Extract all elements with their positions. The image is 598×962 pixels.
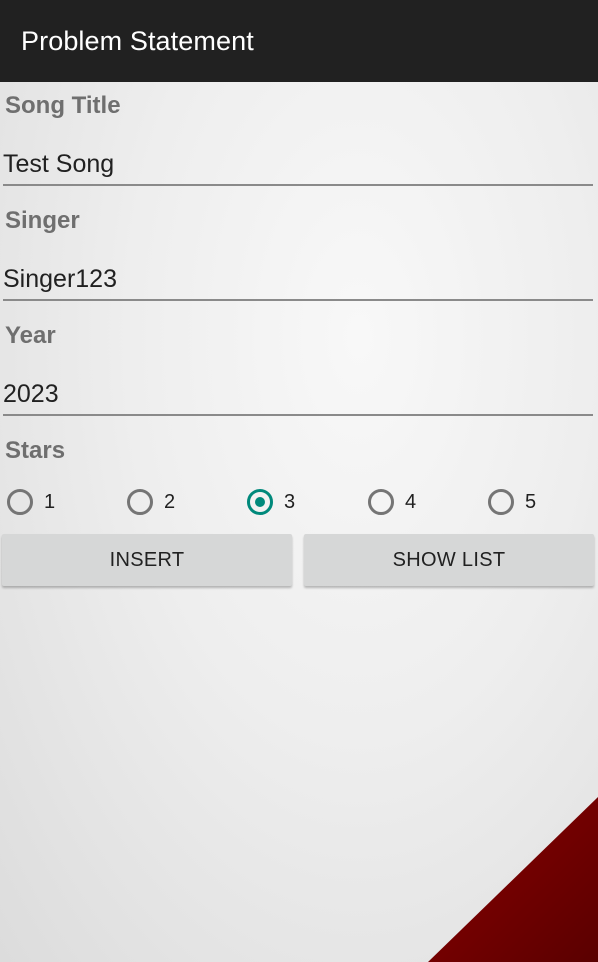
song-title-label: Song Title bbox=[5, 92, 121, 119]
singer-field[interactable] bbox=[3, 259, 593, 301]
star-radio-label: 4 bbox=[405, 490, 417, 513]
radio-button-icon[interactable] bbox=[7, 489, 33, 515]
star-radio-5[interactable]: 5 bbox=[488, 486, 536, 518]
radio-button-icon[interactable] bbox=[247, 489, 273, 515]
year-field[interactable] bbox=[3, 374, 593, 416]
star-radio-label: 3 bbox=[284, 490, 296, 513]
year-label: Year bbox=[5, 322, 56, 349]
star-radio-3[interactable]: 3 bbox=[247, 486, 295, 518]
star-radio-1[interactable]: 1 bbox=[7, 486, 55, 518]
show-list-button[interactable]: SHOW LIST bbox=[304, 534, 594, 586]
app-bar: Problem Statement bbox=[0, 0, 598, 82]
singer-input[interactable] bbox=[3, 265, 593, 294]
song-title-field[interactable] bbox=[3, 144, 593, 186]
song-title-input[interactable] bbox=[3, 150, 593, 179]
star-radio-4[interactable]: 4 bbox=[368, 486, 416, 518]
star-radio-label: 2 bbox=[164, 490, 176, 513]
app-title: Problem Statement bbox=[21, 26, 254, 56]
stars-label: Stars bbox=[5, 437, 66, 464]
singer-label: Singer bbox=[5, 207, 80, 234]
radio-button-icon[interactable] bbox=[368, 489, 394, 515]
insert-button[interactable]: INSERT bbox=[2, 534, 292, 586]
star-radio-label: 1 bbox=[44, 490, 56, 513]
radio-button-icon[interactable] bbox=[127, 489, 153, 515]
star-radio-2[interactable]: 2 bbox=[127, 486, 175, 518]
year-input[interactable] bbox=[3, 380, 593, 409]
song-form: Song Title Singer Year Stars 1 2 3 4 5 I… bbox=[0, 82, 598, 962]
star-radio-label: 5 bbox=[525, 490, 537, 513]
radio-button-icon[interactable] bbox=[488, 489, 514, 515]
